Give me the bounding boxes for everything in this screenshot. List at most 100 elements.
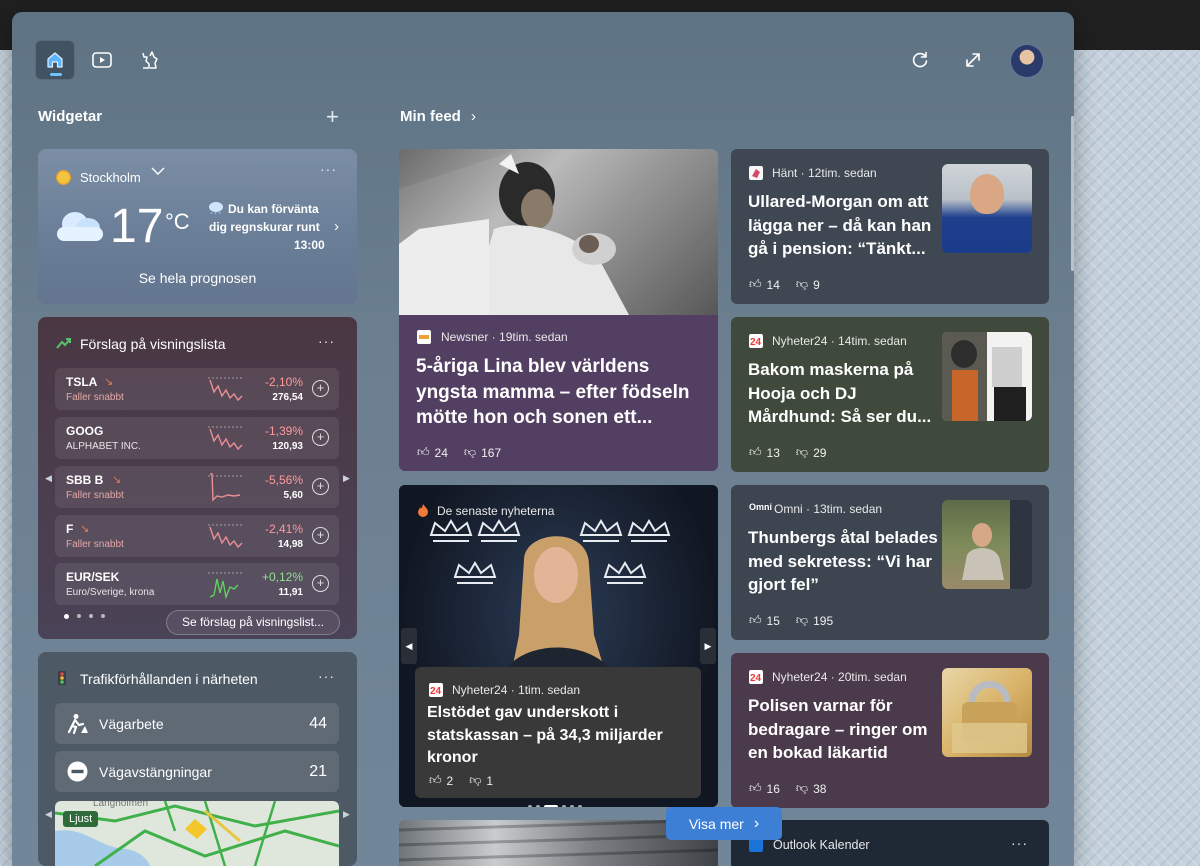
headline-line: bedragare – ringer om	[748, 719, 928, 739]
stock-change: -5,56%	[264, 473, 303, 487]
dislike-button[interactable]: 👎︎ 29	[796, 445, 827, 460]
map-style-toggle[interactable]: Ljust	[63, 811, 99, 827]
stock-price: 120,93	[272, 441, 303, 452]
user-avatar[interactable]	[1010, 44, 1044, 78]
stock-row[interactable]: GOOG ALPHABET INC. -1,39% 120,93 +	[55, 417, 339, 459]
map-prev-arrow-icon[interactable]: ◀	[45, 809, 52, 820]
widgets-title: Widgetar	[38, 108, 103, 125]
svg-text:24: 24	[430, 686, 442, 697]
carousel-next-icon[interactable]: ▶	[700, 628, 716, 664]
feed-title[interactable]: Min feed ›	[400, 108, 476, 125]
watchlist-more-icon[interactable]: ···	[318, 333, 335, 349]
dislike-count: 195	[813, 613, 834, 628]
see-watchlist-button[interactable]: Se förslag på visningslist...	[166, 610, 340, 635]
stock-row[interactable]: SBB B ↘ Faller snabbt -5,56% 5,60 +	[55, 466, 339, 508]
weather-unit: °C	[165, 209, 190, 234]
like-button[interactable]: 👍︎ 13	[749, 445, 780, 460]
show-more-button[interactable]: Visa mer ›	[666, 807, 782, 840]
road-closures-row[interactable]: Vägavstängningar 21	[55, 751, 339, 792]
thumbs-up-icon: 👍︎	[749, 277, 762, 291]
traffic-map[interactable]: Langholmen Ljust	[55, 801, 339, 866]
headline-line: lägga ner – då kan han	[748, 215, 932, 235]
traffic-more-icon[interactable]: ···	[318, 668, 335, 684]
stock-description: Faller snabbt	[66, 539, 124, 550]
carousel-story[interactable]: 24 Nyheter24 · 1tim. sedan Elstödet gav …	[415, 667, 701, 798]
forecast-time: 13:00	[294, 238, 325, 252]
carousel-dots[interactable]	[528, 805, 582, 807]
news-carousel[interactable]: De senaste nyheterna ◀ ▶ 24 Nyheter24 · …	[399, 485, 718, 807]
like-button[interactable]: 👍︎ 16	[749, 781, 780, 796]
weather-location[interactable]: Stockholm	[80, 170, 141, 185]
show-more-label: Visa mer	[688, 815, 744, 832]
news-card[interactable]: Omni Omni · 13tim. sedan Thunbergs åtal …	[731, 485, 1049, 640]
add-to-watchlist-icon[interactable]: +	[312, 380, 329, 397]
card-source: Hänt · 12tim. sedan	[772, 166, 877, 180]
add-to-watchlist-icon[interactable]: +	[312, 527, 329, 544]
stock-row[interactable]: F ↘ Faller snabbt -2,41% 14,98 +	[55, 515, 339, 557]
news-card[interactable]: 24 Nyheter24 · 14tim. sedan Bakom masker…	[731, 317, 1049, 472]
carousel-prev-icon[interactable]: ◀	[401, 628, 417, 664]
news-card-large[interactable]: Newsner · 19tim. sedan 5-åriga Lina blev…	[399, 149, 718, 471]
stock-row[interactable]: TSLA ↘ Faller snabbt -2,10% 276,54 +	[55, 368, 339, 410]
like-button[interactable]: 👍︎ 24	[417, 445, 448, 460]
add-to-watchlist-icon[interactable]: +	[312, 575, 329, 592]
dislike-count: 9	[813, 277, 820, 292]
headline-line: Hooja och DJ	[748, 383, 857, 403]
news-card[interactable]: Hänt · 12tim. sedan Ullared-Morgan om at…	[731, 149, 1049, 304]
dislike-count: 167	[481, 445, 502, 460]
headline-line: Thunbergs åtal belades	[748, 528, 938, 547]
dislike-button[interactable]: 👎︎ 167	[464, 445, 501, 460]
source-logo-icon	[417, 330, 431, 344]
add-to-watchlist-icon[interactable]: +	[312, 429, 329, 446]
like-button[interactable]: 👍︎ 15	[749, 613, 780, 628]
prev-arrow-icon[interactable]: ◀	[45, 473, 52, 484]
map-place-label: Langholmen	[93, 801, 149, 809]
headline-line: Ullared-Morgan om att	[748, 192, 929, 211]
card-source: Newsner · 19tim. sedan	[441, 330, 568, 344]
expand-button[interactable]	[953, 40, 993, 80]
svg-text:24: 24	[750, 673, 762, 684]
headline-line: en bokad läkartid	[748, 743, 888, 762]
card-headline: 5-åriga Lina blev världens yngsta mamma …	[416, 354, 706, 431]
dislike-count: 1	[486, 773, 494, 788]
stock-description: ALPHABET INC.	[66, 441, 141, 452]
reactions: 👍︎ 2 👎︎ 1	[429, 773, 493, 788]
stock-description: Euro/Sverige, krona	[66, 587, 155, 598]
card-headline: Polisen varnar för bedragare – ringer om…	[748, 694, 938, 765]
map-next-arrow-icon[interactable]: ▶	[343, 809, 350, 820]
add-to-watchlist-icon[interactable]: +	[312, 478, 329, 495]
roadwork-row[interactable]: Vägarbete 44	[55, 703, 339, 744]
dislike-button[interactable]: 👎︎ 1	[469, 773, 493, 788]
news-card[interactable]: 24 Nyheter24 · 20tim. sedan Polisen varn…	[731, 653, 1049, 808]
dislike-button[interactable]: 👎︎ 38	[796, 781, 827, 796]
chevron-down-icon[interactable]	[150, 163, 166, 182]
weather-widget[interactable]: Stockholm ··· 17 °C Du kan förvänta dig …	[38, 149, 357, 304]
full-forecast-link[interactable]: Se hela prognosen	[38, 270, 357, 286]
calendar-more-icon[interactable]: ···	[1011, 835, 1028, 851]
headline-line: mötte hon och sonen ett...	[416, 407, 653, 428]
video-tab[interactable]	[82, 40, 122, 80]
games-tab[interactable]	[129, 40, 169, 80]
chevron-right-icon[interactable]: ›	[334, 218, 339, 235]
next-arrow-icon[interactable]: ▶	[343, 473, 350, 484]
stock-description: Faller snabbt	[66, 392, 124, 403]
card-thumbnail	[942, 164, 1032, 253]
like-button[interactable]: 👍︎ 2	[429, 773, 453, 788]
calendar-title: Outlook Kalender	[773, 838, 870, 852]
dislike-button[interactable]: 👎︎ 195	[796, 613, 833, 628]
refresh-button[interactable]	[900, 40, 940, 80]
dislike-button[interactable]: 👎︎ 9	[796, 277, 820, 292]
weather-more-icon[interactable]: ···	[320, 161, 337, 177]
home-tab[interactable]	[35, 40, 75, 80]
like-button[interactable]: 👍︎ 14	[749, 277, 780, 292]
stock-row[interactable]: EUR/SEK Euro/Sverige, krona +0,12% 11,91 +	[55, 563, 339, 605]
chevron-right-icon: ›	[471, 108, 477, 125]
add-widget-button[interactable]: +	[326, 104, 339, 130]
like-count: 2	[446, 773, 454, 788]
face-shape	[970, 174, 1004, 214]
page-dots[interactable]	[64, 614, 105, 619]
headline-line: statskassan – på 34,3 miljarder	[427, 726, 663, 744]
scrollbar[interactable]	[1071, 116, 1074, 271]
like-count: 15	[766, 613, 780, 628]
flame-icon	[418, 504, 428, 517]
